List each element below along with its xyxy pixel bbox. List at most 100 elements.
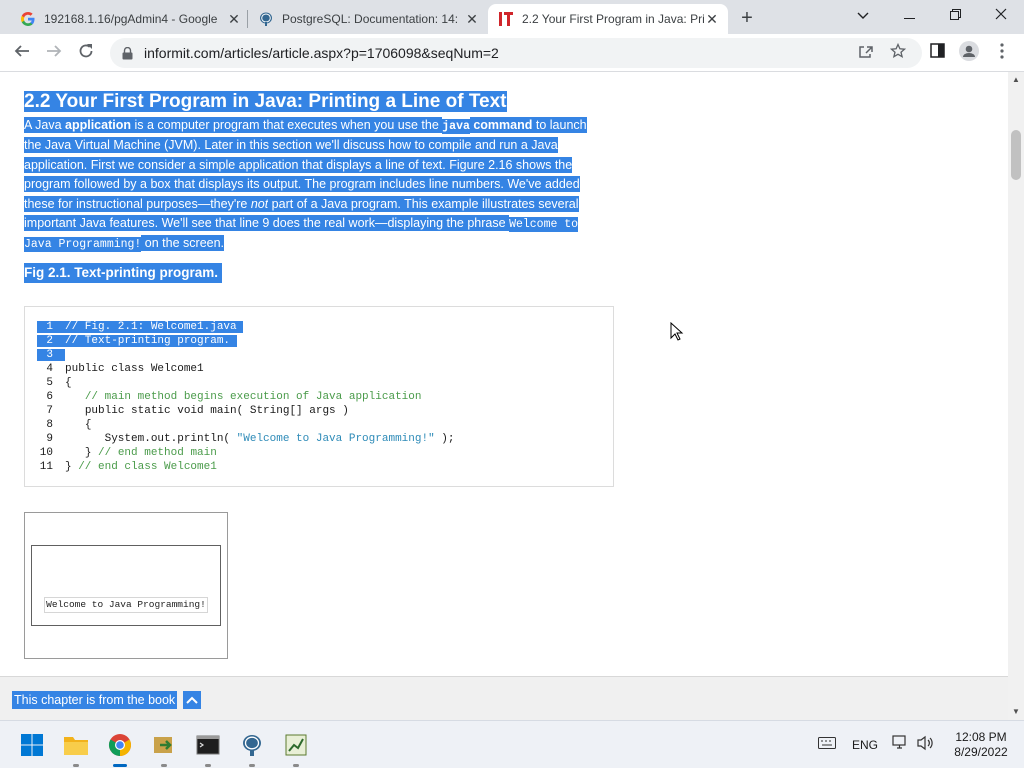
tab-postgresql-docs[interactable]: PostgreSQL: Documentation: 14: ✕ bbox=[250, 4, 484, 34]
file-explorer-icon[interactable] bbox=[60, 729, 92, 767]
side-panel-button[interactable] bbox=[923, 39, 951, 67]
share-button[interactable] bbox=[856, 43, 876, 63]
book-info-bar[interactable]: This chapter is from the book bbox=[0, 676, 1008, 720]
article-paragraph: A Java application is a computer program… bbox=[24, 116, 604, 255]
output-text: Welcome to Java Programming! bbox=[44, 597, 208, 613]
line-number: 6 bbox=[46, 391, 53, 403]
tab-search-button[interactable] bbox=[840, 0, 886, 30]
arrow-right-icon bbox=[46, 43, 62, 64]
running-indicator bbox=[249, 764, 255, 767]
paragraph-code: java bbox=[442, 119, 470, 134]
paragraph-bold: command bbox=[469, 117, 533, 133]
code-line: 9 System.out.println( "Welcome to Java P… bbox=[37, 433, 454, 445]
tab-strip: 192168.1.16/pgAdmin4 - Google ✕ PostgreS… bbox=[0, 0, 1024, 34]
informit-icon bbox=[498, 11, 514, 27]
minimize-button[interactable] bbox=[886, 0, 932, 30]
star-icon bbox=[889, 42, 907, 64]
close-icon[interactable]: ✕ bbox=[464, 11, 480, 27]
code-text: { bbox=[84, 419, 92, 431]
figure-caption: Fig 2.1. Text-printing program. bbox=[24, 263, 223, 283]
code-line: 2 // Text-printing program. bbox=[37, 335, 237, 347]
arrow-left-icon bbox=[14, 43, 30, 64]
code-text: public class Welcome1 bbox=[65, 363, 204, 375]
paragraph-emphasis: not bbox=[250, 195, 269, 212]
article-heading: 2.2 Your First Program in Java: Printing… bbox=[24, 90, 507, 114]
line-number: 3 bbox=[46, 349, 53, 361]
code-line: 8 { bbox=[37, 419, 91, 431]
book-bar-label[interactable]: This chapter is from the book bbox=[12, 691, 178, 709]
profile-button[interactable] bbox=[955, 39, 983, 67]
restore-icon bbox=[949, 7, 961, 23]
line-number: 2 bbox=[46, 335, 53, 347]
article-heading-text: 2.2 Your First Program in Java: Printing… bbox=[24, 91, 507, 112]
windows-start-icon[interactable] bbox=[16, 729, 48, 761]
page-content: 2.2 Your First Program in Java: Printing… bbox=[0, 72, 1008, 720]
running-indicator bbox=[205, 764, 211, 767]
program-output-figure: Welcome to Java Programming! bbox=[24, 512, 228, 659]
tab-separator bbox=[247, 10, 248, 28]
restore-button[interactable] bbox=[932, 0, 978, 30]
forward-button[interactable] bbox=[40, 39, 68, 67]
code-comment: // end class Welcome1 bbox=[71, 461, 217, 473]
clock-date: 8/29/2022 bbox=[954, 745, 1008, 759]
tab-informit-article[interactable]: 2.2 Your First Program in Java: Pri ✕ bbox=[488, 4, 728, 34]
line-number: 11 bbox=[39, 461, 53, 473]
address-bar[interactable]: informit.com/articles/article.aspx?p=170… bbox=[110, 38, 922, 68]
mouse-cursor-icon bbox=[670, 321, 684, 347]
close-icon[interactable]: ✕ bbox=[704, 11, 720, 27]
paragraph-text: is a computer program that executes when… bbox=[130, 117, 443, 133]
code-line: 5{ bbox=[37, 377, 72, 389]
chart-app-icon[interactable] bbox=[280, 729, 312, 767]
paragraph-text: A Java bbox=[24, 117, 65, 133]
code-line: 10 } // end method main bbox=[37, 447, 217, 459]
line-number: 7 bbox=[46, 405, 53, 417]
back-button[interactable] bbox=[8, 39, 36, 67]
tab-title: 192168.1.16/pgAdmin4 - Google bbox=[44, 12, 218, 26]
tab-title: 2.2 Your First Program in Java: Pri bbox=[522, 12, 704, 26]
lock-icon[interactable] bbox=[122, 46, 136, 60]
new-tab-button[interactable]: + bbox=[735, 7, 759, 31]
windows-taskbar: ENG 12:08 PM 8/29/2022 bbox=[0, 720, 1024, 768]
chevron-up-icon[interactable] bbox=[183, 691, 201, 709]
tab-pgadmin[interactable]: 192168.1.16/pgAdmin4 - Google ✕ bbox=[12, 4, 246, 34]
code-string: "Welcome to Java Programming!" bbox=[236, 433, 435, 445]
volume-icon[interactable] bbox=[916, 735, 934, 754]
system-clock[interactable]: 12:08 PM 8/29/2022 bbox=[944, 730, 1018, 760]
url-text[interactable]: informit.com/articles/article.aspx?p=170… bbox=[144, 45, 499, 61]
app-arrow-icon[interactable] bbox=[148, 729, 180, 767]
reload-icon bbox=[78, 43, 94, 64]
pgadmin-elephant-icon[interactable] bbox=[236, 729, 268, 767]
scroll-up-arrow-icon[interactable]: ▲ bbox=[1008, 72, 1024, 88]
scroll-down-arrow-icon[interactable]: ▼ bbox=[1008, 704, 1024, 720]
code-comment: // main method begins execution of Java … bbox=[84, 391, 422, 403]
code-line: 6 // main method begins execution of Jav… bbox=[37, 391, 421, 403]
reload-button[interactable] bbox=[72, 39, 100, 67]
line-number: 9 bbox=[46, 433, 53, 445]
code-block: 1 // Fig. 2.1: Welcome1.java 2 // Text-pri… bbox=[37, 320, 455, 474]
bookmark-button[interactable] bbox=[888, 42, 908, 64]
running-indicator bbox=[293, 764, 299, 767]
page-scrollbar[interactable]: ▲ ▼ bbox=[1008, 72, 1024, 720]
browser-toolbar: informit.com/articles/article.aspx?p=170… bbox=[0, 34, 1024, 72]
chrome-icon[interactable] bbox=[104, 729, 136, 767]
side-panel-icon bbox=[929, 43, 945, 63]
code-text: { bbox=[65, 377, 72, 389]
close-window-button[interactable] bbox=[978, 0, 1024, 30]
terminal-icon[interactable] bbox=[192, 729, 224, 767]
google-g-icon bbox=[20, 11, 36, 27]
keyboard-icon[interactable] bbox=[818, 737, 836, 752]
code-line: 1 // Fig. 2.1: Welcome1.java bbox=[37, 321, 244, 333]
close-icon[interactable]: ✕ bbox=[226, 11, 242, 27]
code-comment: // Text-printing program. bbox=[65, 335, 231, 347]
menu-button[interactable] bbox=[988, 39, 1016, 67]
avatar bbox=[959, 40, 979, 66]
scroll-thumb[interactable] bbox=[1011, 130, 1021, 180]
code-line: 7 public static void main( String[] args… bbox=[37, 405, 348, 417]
code-comment: // Fig. 2.1: Welcome1.java bbox=[65, 321, 237, 333]
line-number: 8 bbox=[46, 419, 53, 431]
minimize-icon bbox=[903, 7, 915, 23]
running-indicator bbox=[73, 764, 79, 767]
language-indicator[interactable]: ENG bbox=[852, 738, 878, 752]
running-indicator bbox=[161, 764, 167, 767]
network-icon[interactable] bbox=[892, 735, 910, 754]
